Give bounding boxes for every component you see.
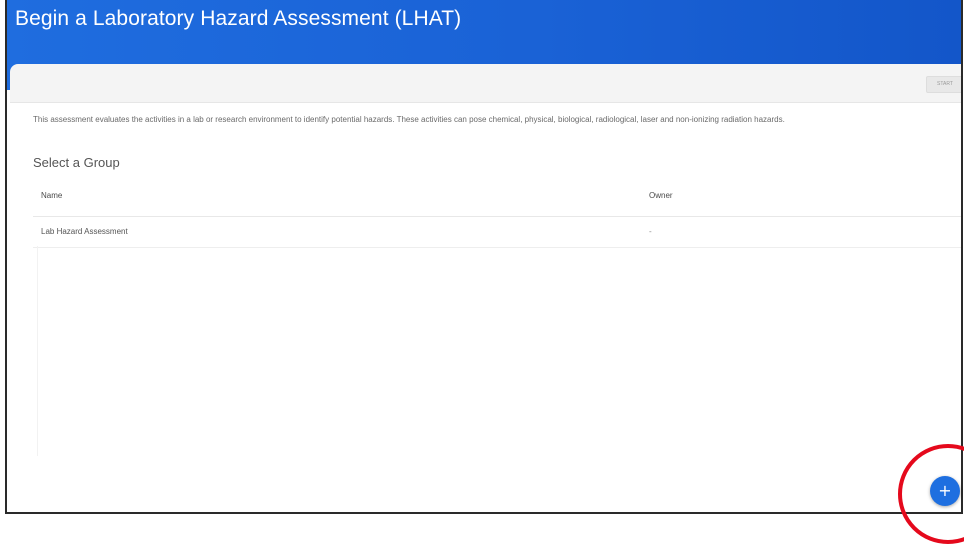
toolbar: START xyxy=(10,64,961,103)
add-button[interactable]: + xyxy=(930,476,960,506)
group-table: Name Owner Lab Hazard Assessment - xyxy=(33,182,961,248)
plus-icon: + xyxy=(938,481,952,500)
start-button[interactable]: START xyxy=(926,76,961,93)
cell-name[interactable]: Lab Hazard Assessment xyxy=(41,227,128,236)
table-header: Name Owner xyxy=(33,182,961,217)
page-title: Begin a Laboratory Hazard Assessment (LH… xyxy=(15,7,462,30)
column-header-name[interactable]: Name xyxy=(41,191,62,200)
cell-owner: - xyxy=(649,227,652,236)
column-header-owner[interactable]: Owner xyxy=(649,191,673,200)
table-empty-area xyxy=(37,246,48,456)
app-window: Begin a Laboratory Hazard Assessment (LH… xyxy=(5,0,963,514)
assessment-description: This assessment evaluates the activities… xyxy=(33,115,785,124)
section-title: Select a Group xyxy=(33,155,120,170)
table-row[interactable]: Lab Hazard Assessment - xyxy=(33,217,961,248)
